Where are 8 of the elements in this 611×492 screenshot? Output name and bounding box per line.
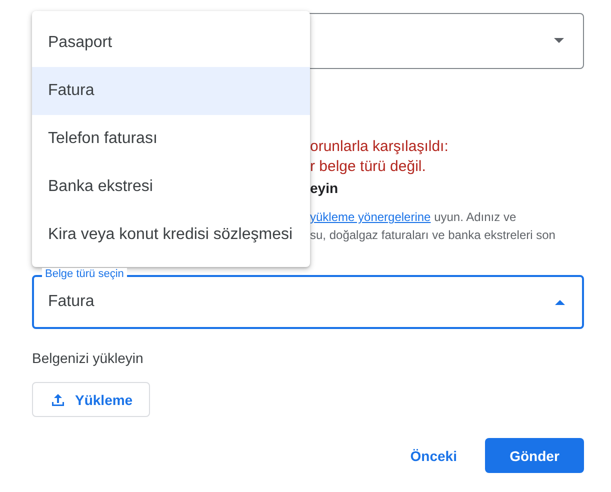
field-label: Belge türü seçin [42, 268, 127, 281]
help-text: yükleme yönergelerine uyun. Adınız ve [310, 209, 518, 226]
section-heading: eyin [310, 179, 340, 198]
error-text: r belge türü değil. [310, 157, 427, 177]
selected-value: Fatura [48, 293, 94, 311]
help-text: su, doğalgaz faturaları ve banka ekstreleri son [310, 227, 556, 244]
upload-heading: Belgenizi yükleyin [32, 350, 144, 366]
error-text: orunlarla karşılaşıldı: [310, 137, 450, 157]
